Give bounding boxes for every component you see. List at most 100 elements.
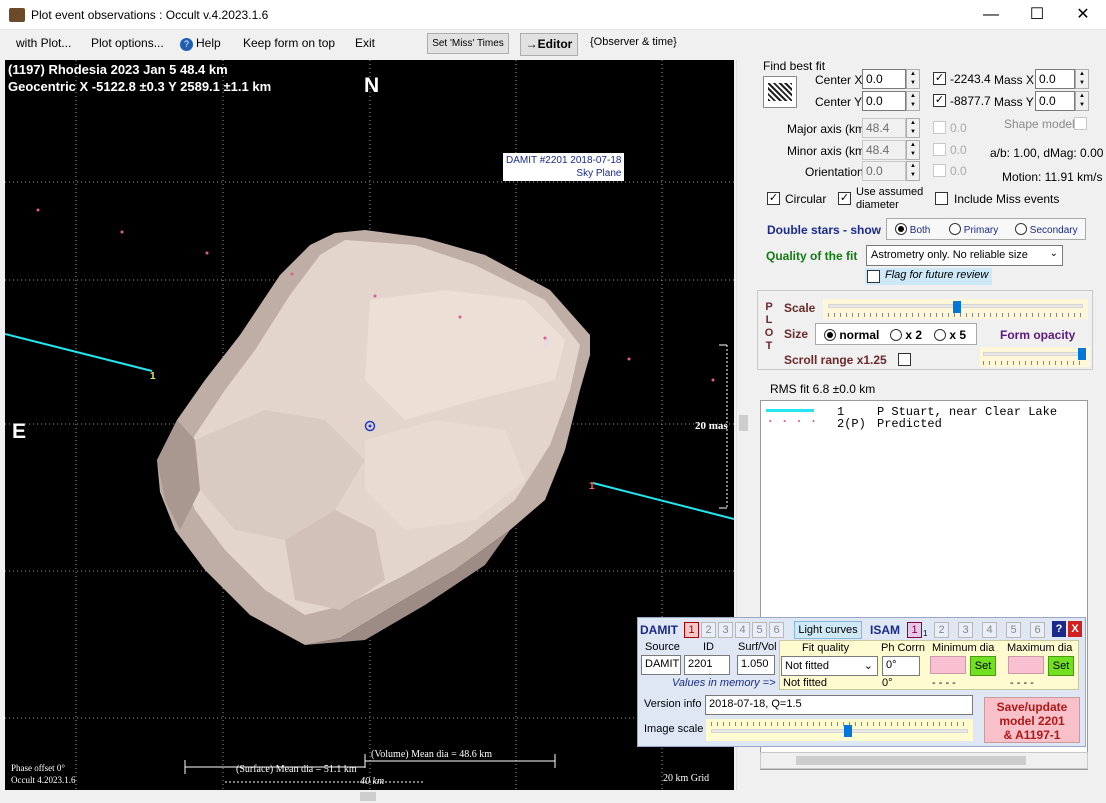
close-button[interactable]: ✕ <box>1060 0 1106 30</box>
shape-model-checkbox[interactable] <box>1074 117 1087 130</box>
size-x5-radio[interactable]: x 5 <box>934 328 966 342</box>
isam-model-5[interactable]: 5 <box>1006 622 1021 638</box>
size-x2-radio[interactable]: x 2 <box>890 328 922 342</box>
light-curves-button[interactable]: Light curves <box>794 621 862 639</box>
opacity-slider-thumb[interactable] <box>1078 348 1086 360</box>
fit-major-checkbox[interactable] <box>933 121 946 134</box>
max-dia-set-button[interactable]: Set <box>1048 656 1074 676</box>
min-dia-set-button[interactable]: Set <box>970 656 996 676</box>
legend-scrollbar-thumb[interactable] <box>796 756 1026 765</box>
isam-model-1[interactable]: 1 <box>907 622 922 638</box>
menu-keep-on-top[interactable]: Keep form on top <box>243 36 335 50</box>
fit-minor-checkbox[interactable] <box>933 143 946 156</box>
min-dia-field[interactable] <box>930 656 966 674</box>
isam-model-3[interactable]: 3 <box>958 622 973 638</box>
damit-model-4[interactable]: 4 <box>735 622 750 638</box>
quality-select-value: Astrometry only. No reliable size <box>871 249 1028 261</box>
plot-area[interactable]: (1197) Rhodesia 2023 Jan 5 48.4 km Geoce… <box>5 60 734 790</box>
surfvol-field[interactable]: 1.050 <box>737 655 775 675</box>
damit-close-button[interactable]: X <box>1068 621 1082 637</box>
version-info-field[interactable]: 2018-07-18, Q=1.5 <box>705 695 973 715</box>
max-dia-field[interactable] <box>1008 656 1044 674</box>
form-opacity-slider[interactable] <box>980 347 1090 367</box>
chord-1-left <box>5 333 153 372</box>
fit-x-checkbox[interactable]: ✓ <box>933 72 946 85</box>
menu-bar: with Plot... Plot options... ? Help Keep … <box>0 30 736 57</box>
volume-dia-label: (Volume) Mean dia = 48.6 km <box>371 749 492 760</box>
source-field[interactable]: DAMIT <box>641 655 681 675</box>
quality-label: Quality of the fit <box>766 249 858 263</box>
mass-y-field[interactable]: 0.0 <box>1035 91 1075 111</box>
minimize-button[interactable]: — <box>968 0 1014 30</box>
major-axis-field[interactable]: 48.4 <box>862 118 906 138</box>
quality-select[interactable]: Astrometry only. No reliable size ⌄ <box>866 245 1063 266</box>
minor-axis-field[interactable]: 48.4 <box>862 140 906 160</box>
ph-corr-field[interactable]: 0° <box>882 656 920 676</box>
center-y-spinner[interactable]: ▲ ▼ <box>906 91 920 111</box>
editor-button[interactable]: →Editor <box>520 33 578 56</box>
use-assumed-checkbox[interactable]: ✓ <box>838 192 851 205</box>
menu-plot-options[interactable]: Plot options... <box>91 36 164 50</box>
orientation-field[interactable]: 0.0 <box>862 161 906 181</box>
secondary-radio[interactable]: Secondary <box>1015 223 1078 236</box>
mass-x-spinner[interactable]: ▲ ▼ <box>1075 69 1089 89</box>
isam-model-2[interactable]: 2 <box>934 622 949 638</box>
flag-review-checkbox[interactable] <box>867 270 880 283</box>
fit-orientation-checkbox[interactable] <box>933 164 946 177</box>
isam-model-6[interactable]: 6 <box>1030 622 1045 638</box>
use-assumed-label: Use assumed <box>856 186 924 198</box>
size-x2-label: x 2 <box>905 328 923 342</box>
circular-checkbox[interactable]: ✓ <box>767 192 780 205</box>
legend-horizontal-scrollbar[interactable] <box>760 752 1088 769</box>
both-radio[interactable]: Both <box>895 223 930 236</box>
scale-slider-thumb[interactable] <box>953 301 961 313</box>
maximize-button[interactable]: ☐ <box>1014 0 1060 30</box>
image-scale-thumb[interactable] <box>844 725 852 737</box>
orientation-spinner[interactable]: ▲ ▼ <box>906 161 920 181</box>
asteroid-shape <box>157 230 590 645</box>
fit-quality-select[interactable]: Not fitted ⌄ <box>781 656 878 676</box>
opacity-slider-track <box>983 352 1085 356</box>
image-scale-slider[interactable] <box>706 719 973 741</box>
center-x-spinner[interactable]: ▲ ▼ <box>906 69 920 89</box>
mass-x-label: Mass X <box>994 73 1035 87</box>
orientation-label: Orientation <box>805 165 864 179</box>
center-y-field[interactable]: 0.0 <box>862 91 906 111</box>
fit-panel: Find best fit Center X 0.0 ▲ ▼ Center Y 0… <box>752 57 1106 287</box>
damit-model-1[interactable]: 1 <box>684 622 699 638</box>
scale-slider[interactable] <box>823 299 1088 319</box>
major-axis-spinner[interactable]: ▲ ▼ <box>906 118 920 138</box>
save-update-model-button[interactable]: Save/update model 2201 & A1197-1 <box>984 697 1080 743</box>
plot-scrollbar-thumb[interactable] <box>360 792 376 801</box>
primary-radio[interactable]: Primary <box>949 223 998 236</box>
find-best-fit-button[interactable] <box>763 76 797 108</box>
isam-model-4[interactable]: 4 <box>982 622 997 638</box>
set-miss-times-button[interactable]: Set 'Miss' Times <box>427 33 509 54</box>
mass-x-field[interactable]: 0.0 <box>1035 69 1075 89</box>
center-x-field[interactable]: 0.0 <box>862 69 906 89</box>
menu-with-plot[interactable]: with Plot... <box>16 36 71 50</box>
mass-y-spinner[interactable]: ▲ ▼ <box>1075 91 1089 111</box>
memory-ph-value: 0° <box>882 677 893 689</box>
fit-y-checkbox[interactable]: ✓ <box>933 94 946 107</box>
plot-graphics <box>5 60 734 790</box>
damit-model-2[interactable]: 2 <box>701 622 716 638</box>
minor-axis-spinner[interactable]: ▲ ▼ <box>906 140 920 160</box>
plot-horizontal-scrollbar[interactable] <box>5 790 734 803</box>
id-field[interactable]: 2201 <box>684 655 730 675</box>
title-bar: Plot event observations : Occult v.4.202… <box>0 0 1106 30</box>
menu-exit[interactable]: Exit <box>355 36 375 50</box>
memory-fit-value: Not fitted <box>783 677 828 689</box>
damit-model-5[interactable]: 5 <box>752 622 767 638</box>
damit-model-6[interactable]: 6 <box>769 622 784 638</box>
include-miss-checkbox[interactable] <box>935 192 948 205</box>
size-normal-radio[interactable]: normal <box>824 328 879 342</box>
size-normal-dot <box>824 329 836 341</box>
plot-vscroll-thumb[interactable] <box>739 415 748 431</box>
menu-help[interactable]: ? Help <box>180 36 221 51</box>
damit-help-button[interactable]: ? <box>1052 621 1066 637</box>
scroll-range-checkbox[interactable] <box>898 353 911 366</box>
motion-label: Motion: 11.91 km/s <box>1002 170 1103 184</box>
flag-review-row[interactable]: Flag for future review <box>865 268 992 285</box>
damit-model-3[interactable]: 3 <box>718 622 733 638</box>
